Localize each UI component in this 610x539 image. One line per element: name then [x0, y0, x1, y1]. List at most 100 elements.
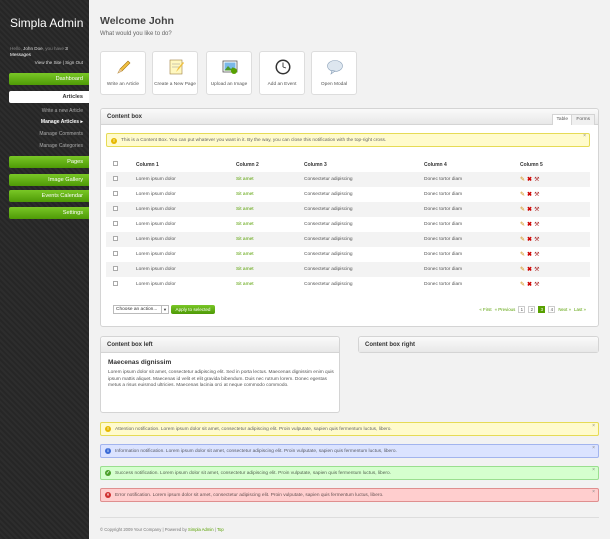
nav-settings[interactable]: Settings [9, 207, 89, 219]
nav-articles[interactable]: Articles [9, 91, 89, 103]
column-header[interactable]: Column 4 [424, 157, 520, 172]
hammer-icon[interactable]: ⚒ [534, 206, 539, 213]
sub-manage-categories[interactable]: Manage Categories [39, 143, 83, 149]
row-checkbox[interactable] [113, 206, 118, 211]
close-icon[interactable]: × [592, 442, 595, 455]
top-link[interactable]: Top [217, 527, 224, 532]
column-header[interactable]: Column 5 [520, 157, 590, 172]
nav-pages[interactable]: Pages [9, 156, 89, 168]
pencil-icon[interactable]: ✎ [520, 191, 525, 198]
apply-button[interactable]: Apply to selected [171, 305, 215, 314]
sub-manage-comments[interactable]: Manage Comments [39, 131, 83, 137]
delete-icon[interactable]: ✖ [527, 191, 532, 198]
row-checkbox[interactable] [113, 191, 118, 196]
simpla-admin-link[interactable]: Simpla Admin [188, 527, 214, 532]
row-checkbox[interactable] [113, 281, 118, 286]
shortcut-upload-image[interactable]: Upload an Image [206, 51, 252, 95]
table-row: Lorem ipsum dolor Sit amet Consectetur adi… [106, 172, 590, 187]
table-cell[interactable]: Sit amet [236, 232, 304, 247]
table-cell: Consectetur adipiscing [304, 282, 353, 287]
close-icon[interactable]: × [583, 130, 586, 143]
column-header[interactable]: Column 1 [136, 157, 236, 172]
row-checkbox[interactable] [113, 221, 118, 226]
row-checkbox[interactable] [113, 236, 118, 241]
delete-icon[interactable]: ✖ [527, 251, 532, 258]
hammer-icon[interactable]: ⚒ [534, 281, 539, 288]
last-page-link[interactable]: Last » [574, 307, 586, 312]
column-header[interactable]: Column 2 [236, 157, 304, 172]
table-cell[interactable]: Sit amet [236, 247, 304, 262]
view-site-link[interactable]: View the Site [35, 60, 62, 65]
table-cell[interactable]: Sit amet [236, 262, 304, 277]
select-all-checkbox[interactable] [113, 161, 118, 166]
pencil-icon[interactable]: ✎ [520, 251, 525, 258]
content-box-left-header: Content box left [101, 337, 339, 353]
close-icon[interactable]: × [592, 420, 595, 433]
sign-out-link[interactable]: Sign Out [65, 60, 83, 65]
delete-icon[interactable]: ✖ [527, 266, 532, 273]
table-cell[interactable]: Sit amet [236, 217, 304, 232]
delete-icon[interactable]: ✖ [527, 176, 532, 183]
shortcut-open-modal[interactable]: Open Modal [311, 51, 357, 95]
table-cell: Consectetur adipiscing [304, 252, 353, 257]
user-link[interactable]: John Doe [23, 46, 43, 51]
table-cell[interactable]: Sit amet [236, 172, 304, 187]
table-row: Lorem ipsum dolor Sit amet Consectetur adi… [106, 202, 590, 217]
hammer-icon[interactable]: ⚒ [534, 176, 539, 183]
tab-table[interactable]: Table [551, 114, 573, 125]
attention-notification: ! Attention notification. Lorem ipsum do… [100, 422, 599, 436]
sub-write-article[interactable]: Write a new Article [42, 108, 83, 114]
close-icon[interactable]: × [592, 464, 595, 477]
shortcut-write-article[interactable]: Write an Article [100, 51, 146, 95]
row-checkbox[interactable] [113, 251, 118, 256]
page-number[interactable]: 4 [548, 306, 556, 313]
pencil-icon[interactable]: ✎ [520, 176, 525, 183]
site-links: View the Site | Sign Out [35, 60, 83, 65]
page-number-current[interactable]: 3 [538, 306, 546, 313]
column-header[interactable]: Column 3 [304, 157, 424, 172]
bulk-action-select[interactable]: Choose an action... ▼ [113, 305, 169, 314]
content-box-header: Content box Table Forms [101, 109, 598, 125]
delete-icon[interactable]: ✖ [527, 221, 532, 228]
close-icon[interactable]: × [592, 486, 595, 499]
next-page-link[interactable]: Next » [558, 307, 571, 312]
notice-text: This is a Content Box. You can put whate… [121, 138, 387, 143]
page-number[interactable]: 1 [518, 306, 526, 313]
table-cell[interactable]: Sit amet [236, 187, 304, 202]
box-left-heading: Maecenas dignissim [108, 359, 172, 366]
delete-icon[interactable]: ✖ [527, 281, 532, 288]
hammer-icon[interactable]: ⚒ [534, 251, 539, 258]
page-number[interactable]: 2 [528, 306, 536, 313]
nav-dashboard[interactable]: Dashboard [9, 73, 89, 85]
pencil-icon[interactable]: ✎ [520, 266, 525, 273]
table-cell[interactable]: Sit amet [236, 202, 304, 217]
first-page-link[interactable]: « First [479, 307, 491, 312]
table-cell[interactable]: Sit amet [236, 277, 304, 292]
pencil-icon[interactable]: ✎ [520, 206, 525, 213]
hammer-icon[interactable]: ⚒ [534, 236, 539, 243]
hammer-icon[interactable]: ⚒ [534, 266, 539, 273]
delete-icon[interactable]: ✖ [527, 206, 532, 213]
table-cell: Donec tortor diam [424, 192, 463, 197]
nav-events-calendar[interactable]: Events Calendar [9, 190, 89, 202]
shortcut-add-event[interactable]: Add an Event [259, 51, 305, 95]
pencil-icon[interactable]: ✎ [520, 281, 525, 288]
table-cell: Consectetur adipiscing [304, 202, 424, 217]
table-cell: Lorem ipsum dolor [136, 282, 176, 287]
tab-forms[interactable]: Forms [571, 114, 595, 125]
hammer-icon[interactable]: ⚒ [534, 191, 539, 198]
row-checkbox[interactable] [113, 176, 118, 181]
row-checkbox[interactable] [113, 266, 118, 271]
delete-icon[interactable]: ✖ [527, 236, 532, 243]
table-cell: Donec tortor diam [424, 202, 520, 217]
row-actions: ✎ ✖ ⚒ [520, 266, 539, 273]
pagination: « First « Previous 1 2 3 4 Next » Last » [479, 306, 586, 313]
previous-page-link[interactable]: « Previous [495, 307, 516, 312]
shortcut-create-page[interactable]: Create a New Page [152, 51, 198, 95]
pencil-icon[interactable]: ✎ [520, 236, 525, 243]
pencil-icon[interactable]: ✎ [520, 221, 525, 228]
sub-manage-articles[interactable]: Manage Articles [41, 119, 83, 125]
nav-image-gallery[interactable]: Image Gallery [9, 174, 89, 186]
hammer-icon[interactable]: ⚒ [534, 221, 539, 228]
image-icon [222, 60, 238, 74]
